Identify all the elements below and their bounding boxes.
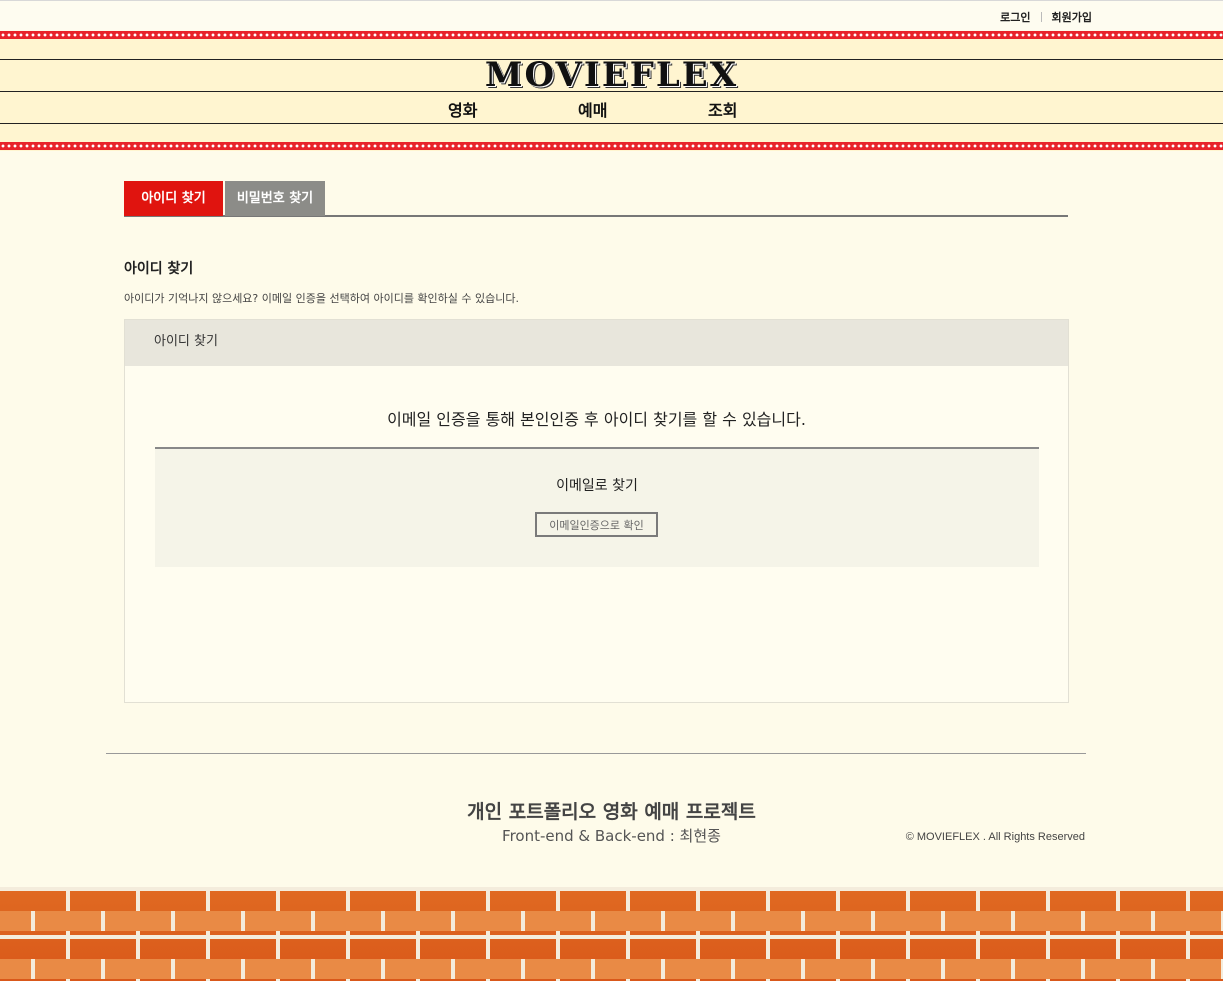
signup-link[interactable]: 회원가입 <box>1052 9 1092 25</box>
section-description: 아이디가 기억나지 않으세요? 이메일 인증을 선택하여 아이디를 확인하실 수… <box>124 292 520 305</box>
panel-message: 이메일 인증을 통해 본인인증 후 아이디 찾기를 할 수 있습니다. <box>387 410 806 429</box>
nav-item-movie[interactable]: 영화 <box>448 97 477 121</box>
tab-find-id[interactable]: 아이디 찾기 <box>124 181 223 216</box>
header-divider <box>0 123 1223 124</box>
login-link[interactable]: 로그인 <box>1000 9 1030 25</box>
site-logo[interactable]: MOVIEFLEX <box>0 55 1223 95</box>
nav-item-lookup[interactable]: 조회 <box>708 97 737 121</box>
email-find-title: 이메일로 찾기 <box>556 478 638 494</box>
main-nav: 영화 예매 조회 <box>0 97 1223 123</box>
utility-bar: 로그인 회원가입 <box>0 0 1223 30</box>
find-account-content: 아이디 찾기 비밀번호 찾기 아이디 찾기 아이디가 기억나지 않으세요? 이메… <box>124 181 1069 703</box>
email-verify-button[interactable]: 이메일인증으로 확인 <box>535 512 658 537</box>
section-title: 아이디 찾기 <box>124 261 194 277</box>
brick-row <box>0 959 1223 979</box>
tab-find-password[interactable]: 비밀번호 찾기 <box>225 181 325 216</box>
marquee-header: MOVIEFLEX 영화 예매 조회 <box>0 31 1223 151</box>
brick-row <box>0 911 1223 931</box>
find-tabs: 아이디 찾기 비밀번호 찾기 <box>124 181 1068 217</box>
copyright: © MOVIEFLEX . All Rights Reserved <box>905 831 1085 843</box>
marquee-lights-bottom <box>0 142 1223 150</box>
utility-links: 로그인 회원가입 <box>1000 9 1092 25</box>
footer-title: 개인 포트폴리오 영화 예매 프로젝트 <box>467 801 756 823</box>
marquee-lights-top <box>0 31 1223 39</box>
brick-wall-decoration <box>0 887 1223 981</box>
nav-item-booking[interactable]: 예매 <box>578 97 607 121</box>
find-id-panel: 아이디 찾기 이메일 인증을 통해 본인인증 후 아이디 찾기를 할 수 있습니… <box>124 319 1069 703</box>
utility-divider <box>1040 12 1042 22</box>
footer-divider <box>106 753 1086 754</box>
panel-header: 아이디 찾기 <box>125 320 1068 366</box>
header-divider <box>0 91 1223 92</box>
email-find-box: 이메일로 찾기 이메일인증으로 확인 <box>155 447 1039 567</box>
